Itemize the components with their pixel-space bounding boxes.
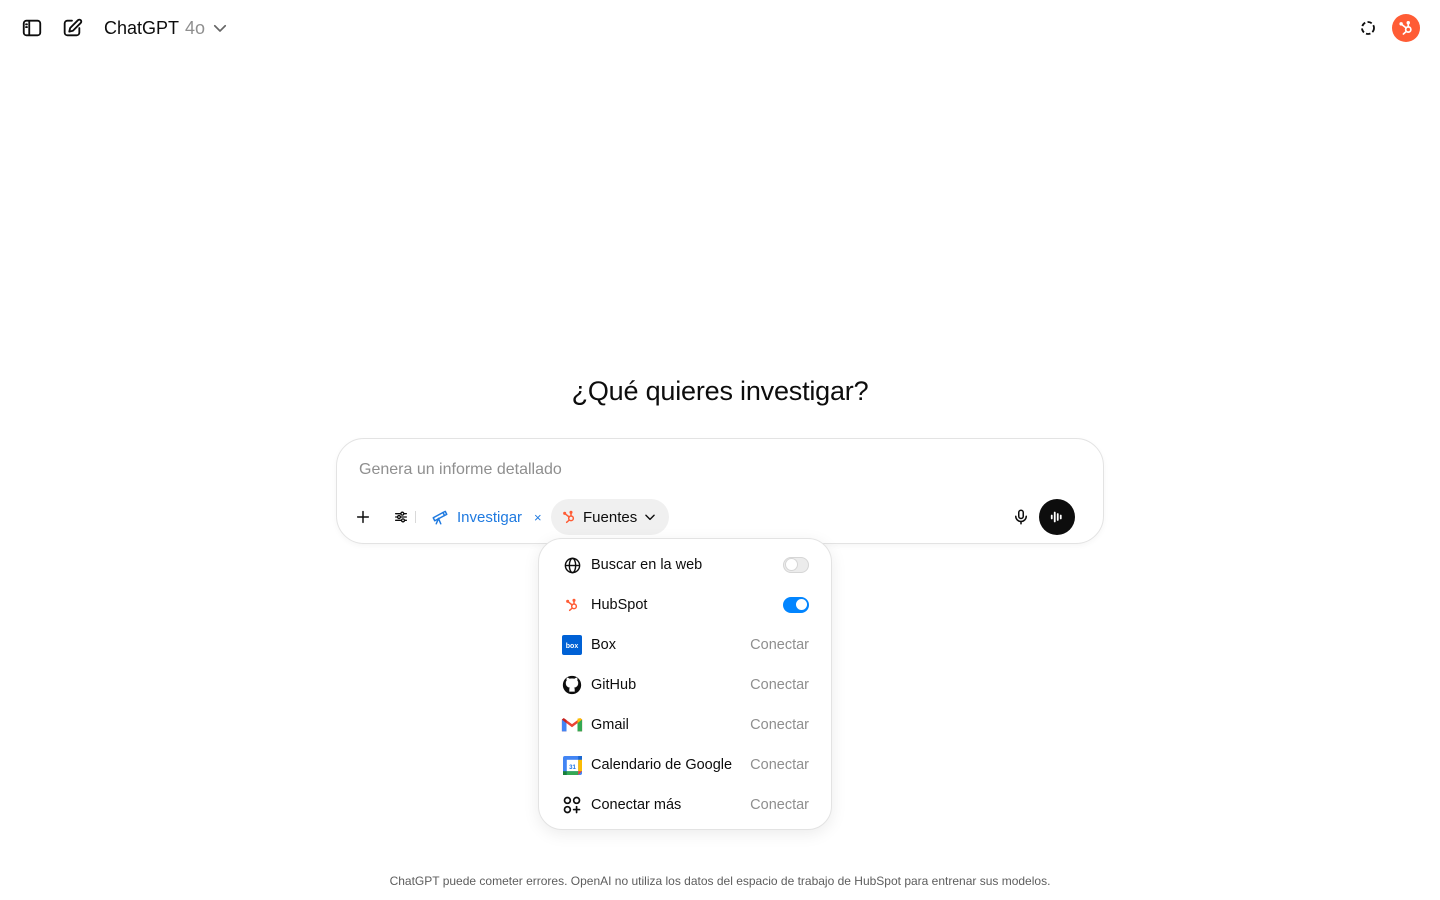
sources-menu: Buscar en la web HubSpot box Box Conecta… [538, 538, 832, 830]
source-label: Calendario de Google [591, 757, 733, 773]
toolbar-divider [415, 511, 416, 523]
github-icon [561, 674, 583, 696]
temporary-chat-button[interactable] [1350, 10, 1386, 46]
new-chat-button[interactable] [54, 10, 90, 46]
hubspot-icon [563, 510, 575, 524]
voice-mode-button[interactable] [1039, 499, 1075, 535]
connect-link[interactable]: Conectar [750, 757, 809, 773]
footer-disclaimer: ChatGPT puede cometer errores. OpenAI no… [389, 874, 1051, 888]
page-title: ¿Qué quieres investigar? [571, 376, 869, 406]
microphone-icon [1015, 509, 1027, 525]
attach-button[interactable] [345, 499, 381, 535]
globe-icon [561, 554, 583, 576]
source-label: Conectar más [591, 797, 682, 813]
connect-link[interactable]: Conectar [750, 637, 809, 653]
model-name: ChatGPT [104, 17, 180, 38]
source-label: Box [591, 637, 616, 653]
source-label: Buscar en la web [591, 557, 703, 573]
source-item-github[interactable]: GitHub Conectar [551, 665, 819, 705]
sidebar-toggle-icon [22, 19, 42, 37]
source-label: Gmail [591, 717, 629, 733]
svg-text:31: 31 [569, 763, 576, 770]
source-item-hubspot[interactable]: HubSpot [551, 585, 819, 625]
web-search-toggle[interactable] [783, 557, 809, 573]
telescope-icon [432, 510, 448, 525]
sliders-icon [395, 511, 407, 523]
chevron-down-icon [213, 24, 227, 32]
gmail-icon [561, 714, 583, 736]
source-item-connect-more[interactable]: Conectar más Conectar [551, 785, 819, 825]
investigar-label: Investigar [457, 508, 523, 526]
connect-link[interactable]: Conectar [750, 677, 809, 693]
plus-icon [356, 510, 370, 524]
model-version: 4o [185, 17, 206, 38]
svg-text:box: box [566, 643, 579, 650]
box-icon: box [561, 634, 583, 656]
composer: Investigar × Fuentes [336, 438, 1104, 544]
hubspot-logo-icon [1399, 21, 1412, 35]
dictate-button[interactable] [1003, 499, 1039, 535]
apps-plus-icon [561, 794, 583, 816]
investigar-remove-button[interactable]: × [534, 510, 542, 525]
prompt-input[interactable] [359, 459, 1059, 481]
investigar-pill[interactable]: Investigar × [423, 499, 550, 535]
sidebar-toggle-button[interactable] [14, 10, 50, 46]
connect-link[interactable]: Conectar [750, 717, 809, 733]
source-item-box[interactable]: box Box Conectar [551, 625, 819, 665]
source-label: GitHub [591, 677, 637, 693]
model-picker[interactable]: ChatGPT 4o [96, 10, 237, 46]
source-label: HubSpot [591, 597, 648, 613]
google-calendar-icon: 31 [561, 754, 583, 776]
avatar[interactable] [1392, 14, 1420, 42]
fuentes-label: Fuentes [583, 508, 638, 526]
page: ChatGPT 4o ¿Qué quieres investigar? Gene… [0, 0, 1440, 900]
dashed-circle-icon [1361, 21, 1375, 35]
tools-button[interactable] [383, 499, 419, 535]
hubspot-toggle[interactable] [783, 597, 809, 613]
chevron-down-icon [645, 514, 655, 521]
hubspot-icon [561, 594, 583, 616]
source-item-gmail[interactable]: Gmail Conectar [551, 705, 819, 745]
source-item-web[interactable]: Buscar en la web [551, 545, 819, 585]
source-item-google-calendar[interactable]: 31 Calendario de Google Conectar [551, 745, 819, 785]
new-chat-icon [63, 18, 83, 37]
top-bar: ChatGPT 4o [0, 0, 1440, 56]
fuentes-button[interactable]: Fuentes [551, 499, 670, 535]
connect-link[interactable]: Conectar [750, 797, 809, 813]
waveform-icon [1050, 511, 1062, 523]
